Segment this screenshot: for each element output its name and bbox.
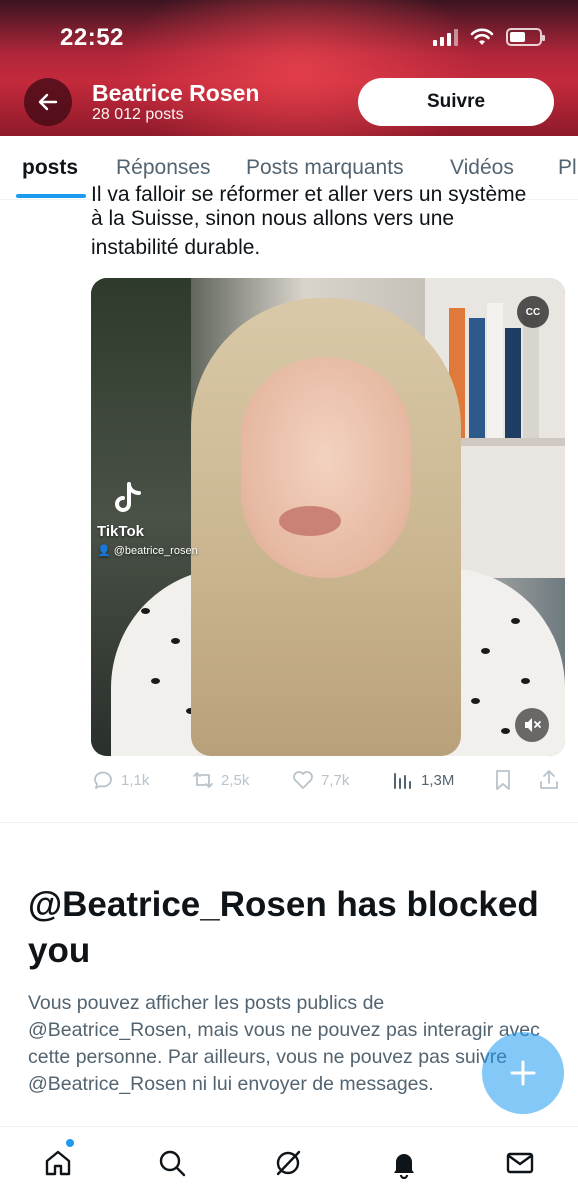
bookmark-icon	[496, 770, 510, 790]
profile-name: Beatrice Rosen	[92, 80, 260, 106]
tweet-text-line: instabilité durable.	[91, 236, 261, 259]
tiktok-watermark: TikTok 👤 @beatrice_rosen	[97, 482, 198, 557]
repost-icon	[193, 772, 213, 788]
envelope-icon	[506, 1152, 534, 1174]
tweet-text: Il va falloir se réformer et aller vers …	[91, 180, 561, 262]
tweet-text-line: à la Suisse, sinon nous allons vers une	[91, 207, 455, 230]
divider	[0, 822, 578, 823]
views-count: 1,3M	[421, 771, 455, 789]
battery-icon	[506, 28, 545, 46]
nav-search[interactable]	[154, 1145, 190, 1181]
share-button[interactable]	[537, 768, 561, 792]
tiktok-handle: 👤 @beatrice_rosen	[97, 545, 198, 557]
tweet-video[interactable]: CC TikTok 👤 @beatrice_rosen	[91, 278, 565, 756]
status-time: 22:52	[60, 24, 124, 51]
grok-icon	[276, 1150, 301, 1176]
search-icon	[159, 1150, 186, 1177]
back-button[interactable]	[24, 78, 72, 126]
repost-button[interactable]: 2,5k	[191, 768, 249, 792]
views-chart-icon	[394, 773, 411, 789]
home-icon	[45, 1150, 71, 1176]
compose-button[interactable]	[482, 1032, 564, 1114]
profile-banner: 22:52 Beatrice Rosen 28 012 posts Suivre	[0, 0, 578, 136]
tab-more[interactable]: Pl	[558, 156, 577, 180]
like-count: 7,7k	[321, 771, 350, 789]
mute-button[interactable]	[515, 708, 549, 742]
active-tab-indicator	[16, 194, 86, 198]
nav-notifications[interactable]	[386, 1145, 422, 1181]
wifi-icon	[470, 28, 494, 45]
reply-button[interactable]: 1,1k	[91, 768, 149, 792]
reply-count: 1,1k	[121, 771, 150, 789]
tab-posts[interactable]: posts	[22, 156, 78, 180]
book	[505, 328, 521, 438]
nav-home[interactable]	[40, 1145, 76, 1181]
speaker-muted-icon	[525, 718, 541, 732]
tweet-text-line-cut: Il va falloir se réformer et aller vers …	[91, 183, 527, 204]
tab-videos[interactable]: Vidéos	[450, 156, 514, 180]
bookmark-button[interactable]	[491, 768, 515, 792]
book	[487, 303, 503, 438]
status-icons	[433, 28, 545, 46]
blocked-title: @Beatrice_Rosen has blocked you	[28, 885, 539, 970]
views-button[interactable]: 1,3M	[391, 768, 454, 792]
cellular-signal-icon	[433, 28, 458, 46]
book	[469, 318, 485, 438]
heart-icon	[293, 771, 313, 789]
follow-button[interactable]: Suivre	[358, 78, 554, 126]
video-subject-lips	[279, 506, 341, 536]
status-bar: 22:52	[0, 0, 578, 70]
repost-count: 2,5k	[221, 771, 250, 789]
tiktok-name: TikTok	[97, 523, 144, 540]
tab-highlights[interactable]: Posts marquants	[246, 156, 404, 180]
share-icon	[540, 770, 558, 789]
bottom-nav	[0, 1126, 578, 1200]
bell-icon	[394, 1154, 414, 1179]
blocked-body: Vous pouvez afficher les posts publics d…	[28, 992, 540, 1095]
tiktok-handle-text: @beatrice_rosen	[113, 545, 198, 557]
plus-icon	[510, 1060, 536, 1086]
captions-button[interactable]: CC	[517, 296, 549, 328]
reply-icon	[94, 771, 112, 789]
arrow-left-icon	[38, 93, 58, 111]
video-subject-face	[241, 358, 411, 578]
home-notification-dot	[66, 1139, 74, 1147]
nav-messages[interactable]	[502, 1145, 538, 1181]
tab-replies[interactable]: Réponses	[116, 156, 211, 180]
like-button[interactable]: 7,7k	[291, 768, 349, 792]
tweet-actions: 1,1k 2,5k 7,7k 1,3M	[91, 768, 565, 798]
nav-grok[interactable]	[270, 1145, 306, 1181]
post-count: 28 012 posts	[92, 106, 184, 123]
tiktok-logo-icon	[115, 482, 141, 512]
book	[523, 313, 539, 438]
